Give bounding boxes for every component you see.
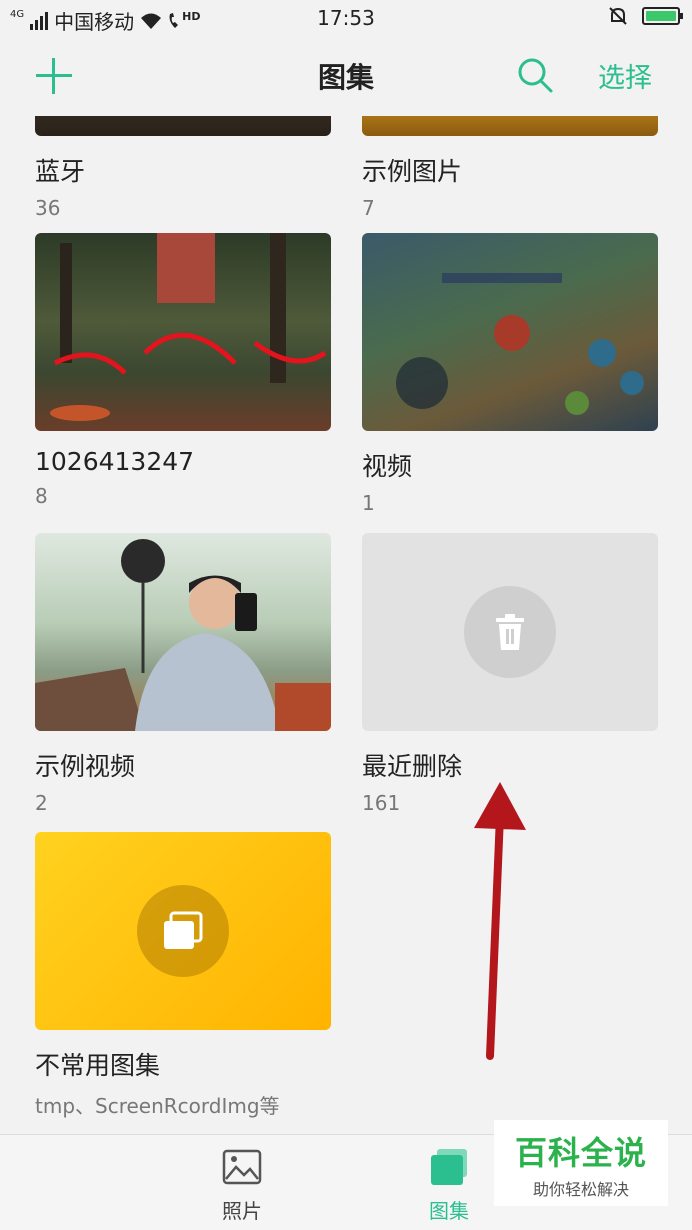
album-count: 7 [362,196,375,220]
app-header: 图集 选择 [0,36,692,116]
status-bar: 4G 中国移动 HD 17:53 [0,0,692,36]
album-name: 示例图片 [362,157,463,186]
album-thumbnail [362,533,658,731]
mute-bell-icon [609,7,627,25]
album-thumbnail [35,233,331,431]
album-thumbnail [35,832,331,1030]
album-videos[interactable]: 视频 1 [362,233,658,515]
album-sample-videos[interactable]: 示例视频 2 [35,533,331,815]
tab-albums[interactable]: 图集 [404,1149,494,1224]
album-count: tmp、ScreenRcordImg等 [35,1094,280,1118]
album-bluetooth[interactable]: 蓝牙 36 [35,116,331,220]
album-count: 161 [362,791,401,815]
albums-icon [431,1149,467,1185]
select-button[interactable]: 选择 [598,56,652,95]
album-name: 蓝牙 [35,157,86,186]
album-recently-deleted[interactable]: 最近删除 161 [362,533,658,815]
stacked-albums-icon [137,885,229,977]
album-name: 不常用图集 [35,1051,161,1080]
album-thumbnail [362,116,658,136]
album-count: 8 [35,484,48,508]
watermark-logo: 百科全说 助你轻松解决 [494,1120,668,1206]
trash-icon [464,586,556,678]
watermark-subtitle: 助你轻松解决 [532,1180,629,1199]
photo-icon [222,1149,262,1185]
page-title: 图集 [317,61,374,94]
album-1026413247[interactable]: 1026413247 8 [35,233,331,508]
album-name: 最近删除 [362,752,463,781]
album-name: 示例视频 [35,752,136,781]
album-thumbnail [362,233,658,431]
album-grid: 蓝牙 36 示例图片 7 1026413247 8 视频 1 示例视频 2 最近… [0,116,692,1134]
album-thumbnail [35,116,331,136]
status-time: 17:53 [317,6,375,30]
album-name: 1026413247 [35,447,195,476]
tab-label: 照片 [222,1199,262,1223]
album-name: 视频 [362,452,413,481]
album-sample-photos[interactable]: 示例图片 7 [362,116,658,220]
battery-icon [642,7,683,25]
tab-photos[interactable]: 照片 [197,1149,287,1224]
search-icon[interactable] [516,56,554,94]
status-right [608,6,683,26]
album-rarely-used[interactable]: 不常用图集 tmp、ScreenRcordImg等 [35,832,331,1119]
album-count: 2 [35,791,48,815]
tab-label: 图集 [429,1199,469,1223]
watermark-title: 百科全说 [514,1134,647,1172]
album-count: 36 [35,196,61,220]
album-thumbnail [35,533,331,731]
album-count: 1 [362,491,375,515]
